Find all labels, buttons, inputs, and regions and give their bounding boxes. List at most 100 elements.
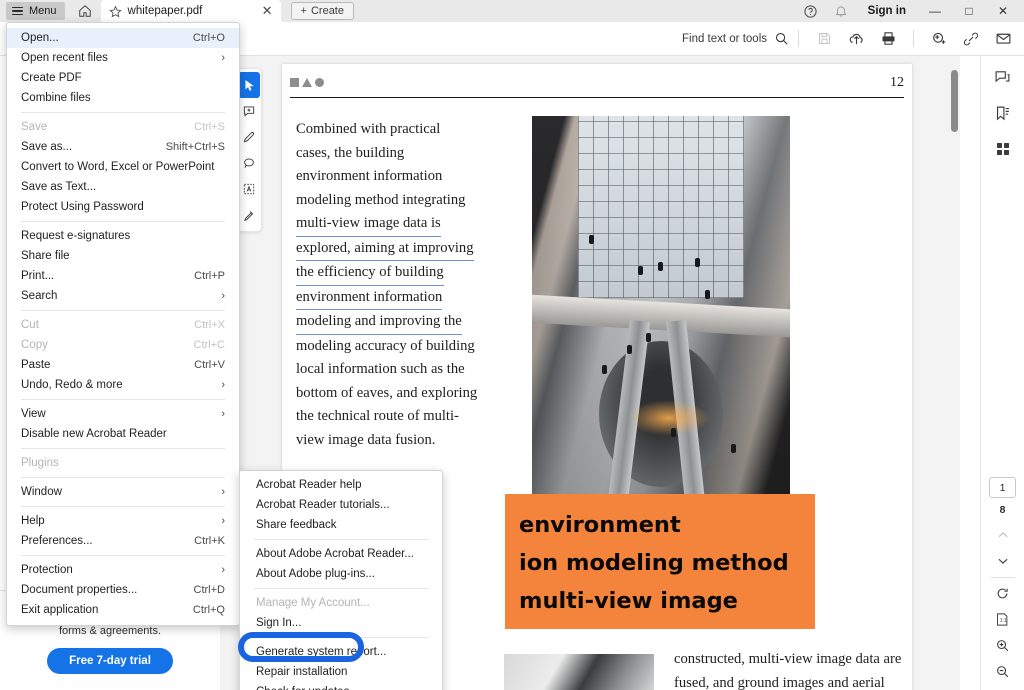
help-item-share-feedback[interactable]: Share feedback [240,515,442,535]
help-item-acrobat-reader-tutorials[interactable]: Acrobat Reader tutorials... [240,495,442,515]
total-pages-label: 8 [1000,504,1006,516]
tab-title: whitepaper.pdf [128,5,256,17]
help-item-repair-installation[interactable]: Repair installation [240,662,442,682]
help-item-about-adobe-acrobat-reader[interactable]: About Adobe Acrobat Reader... [240,544,442,564]
current-page-input[interactable]: 1 [989,477,1016,498]
menu-item-save-as-text[interactable]: Save as Text... [7,177,239,197]
chevron-up-icon[interactable] [988,522,1018,548]
menu-item-protect-using-password[interactable]: Protect Using Password [7,197,239,217]
document-text-line: bottom of eaves, and exploring [296,382,518,406]
help-item-check-for-updates[interactable]: Check for updates [240,682,442,690]
help-submenu-popup[interactable]: Acrobat Reader help Acrobat Reader tutori… [239,470,443,690]
select-cursor-tool[interactable] [238,72,260,98]
document-tab[interactable]: whitepaper.pdf ✕ [101,0,281,22]
add-text-tool[interactable] [238,176,260,202]
document-text-line: explored, aiming at improving [296,237,474,262]
upload-cloud-icon[interactable] [841,26,871,52]
thumbnail-grid-icon[interactable] [988,134,1018,164]
menu-item-document-properties[interactable]: Document properties...Ctrl+D [7,580,239,600]
svg-text:1:1: 1:1 [1000,618,1007,624]
help-item-about-adobe-plug-ins[interactable]: About Adobe plug-ins... [240,564,442,584]
menu-item-print[interactable]: Print...Ctrl+P [7,266,239,286]
menu-item-label: Print... [21,270,194,282]
tab-close-icon[interactable]: ✕ [262,3,273,19]
sign-in-button[interactable]: Sign in [856,5,918,17]
menu-item-request-e-signatures[interactable]: Request e-signatures [7,226,239,246]
help-item-acrobat-reader-help[interactable]: Acrobat Reader help [240,475,442,495]
search-icon[interactable] [774,31,789,46]
highlighter-tool[interactable] [238,202,260,228]
menu-item-protection[interactable]: Protection› [7,560,239,580]
comment-panel-icon[interactable] [988,62,1018,92]
share-person-icon[interactable] [924,26,954,52]
menu-item-label: Convert to Word, Excel or PowerPoint [21,161,225,173]
menu-item-label: Cut [21,319,194,331]
link-icon[interactable] [956,26,986,52]
add-comment-tool[interactable] [238,98,260,124]
triangle-icon [302,78,312,87]
maximize-button[interactable]: □ [952,0,986,22]
menu-item-view[interactable]: View› [7,404,239,424]
menu-item-open-recent-files[interactable]: Open recent files› [7,48,239,68]
bottom-column-text: constructed, multi-view image data arefu… [674,648,914,690]
page-header: 12 [290,76,904,100]
main-menu-popup[interactable]: Open...Ctrl+OOpen recent files›Create PD… [6,22,240,626]
chevron-down-icon[interactable] [988,548,1018,574]
help-item-generate-system-report[interactable]: Generate system report... [240,642,442,662]
menu-item-undo-redo-more[interactable]: Undo, Redo & more› [7,375,239,395]
menu-item-disable-new-acrobat-reader[interactable]: Disable new Acrobat Reader [7,424,239,444]
menu-item-convert-to-word-excel-or-powerpoint[interactable]: Convert to Word, Excel or PowerPoint [7,157,239,177]
viewer-scrollbar-thumb[interactable] [951,70,958,132]
chevron-right-icon: › [221,408,225,420]
menu-item-label: View [21,408,221,420]
chevron-right-icon: › [221,52,225,64]
menu-item-label: Acrobat Reader help [256,479,426,491]
menu-item-shortcut: Ctrl+S [194,121,225,133]
help-item-manage-my-account: Manage My Account... [240,593,442,613]
menu-item-create-pdf[interactable]: Create PDF [7,68,239,88]
menu-item-search[interactable]: Search› [7,286,239,306]
menu-item-preferences[interactable]: Preferences...Ctrl+K [7,531,239,551]
menu-item-label: Copy [21,339,194,351]
print-icon[interactable] [873,26,903,52]
zoom-out-icon[interactable] [988,658,1018,684]
create-button[interactable]: + Create [291,2,354,20]
menu-item-separator [21,221,225,222]
menu-item-label: Request e-signatures [21,230,225,242]
menu-item-share-file[interactable]: Share file [7,246,239,266]
bell-icon[interactable] [826,0,856,22]
save-icon [809,26,839,52]
menu-item-combine-files[interactable]: Combine files [7,88,239,108]
menu-item-paste[interactable]: PasteCtrl+V [7,355,239,375]
find-text-or-tools[interactable]: Find text or tools [682,31,789,46]
menu-item-help[interactable]: Help› [7,511,239,531]
help-circle-icon[interactable] [796,0,826,22]
bookmark-panel-icon[interactable] [988,98,1018,128]
menu-item-open[interactable]: Open...Ctrl+O [7,28,239,48]
minimize-button[interactable]: — [918,0,952,22]
draw-pen-tool[interactable] [238,124,260,150]
fit-page-icon[interactable]: 1:1 [988,606,1018,632]
menu-item-label: Share feedback [256,519,426,531]
document-text-line: the technical route of multi- [296,405,518,429]
help-item-sign-in[interactable]: Sign In... [240,613,442,633]
lasso-shape-tool[interactable] [238,150,260,176]
close-window-button[interactable]: ✕ [986,0,1020,22]
free-trial-button[interactable]: Free 7-day trial [47,648,173,674]
menu-item-save-as[interactable]: Save as...Shift+Ctrl+S [7,137,239,157]
page-number-print: 12 [890,75,904,91]
rotate-icon[interactable] [988,580,1018,606]
menu-item-shortcut: Ctrl+Q [193,604,225,616]
home-icon[interactable] [73,1,97,21]
titlebar-right-group: Sign in — □ ✕ [796,0,1024,22]
menu-button[interactable]: Menu [6,2,65,20]
menu-item-window[interactable]: Window› [7,482,239,502]
email-icon[interactable] [988,26,1018,52]
menu-item-label: Disable new Acrobat Reader [21,428,225,440]
zoom-in-icon[interactable] [988,632,1018,658]
menu-item-shortcut: Ctrl+V [194,359,225,371]
menu-item-label: Save as Text... [21,181,225,193]
document-text-line: modeling and improving the [296,310,462,335]
menu-item-exit-application[interactable]: Exit applicationCtrl+Q [7,600,239,620]
star-icon[interactable] [109,5,122,18]
